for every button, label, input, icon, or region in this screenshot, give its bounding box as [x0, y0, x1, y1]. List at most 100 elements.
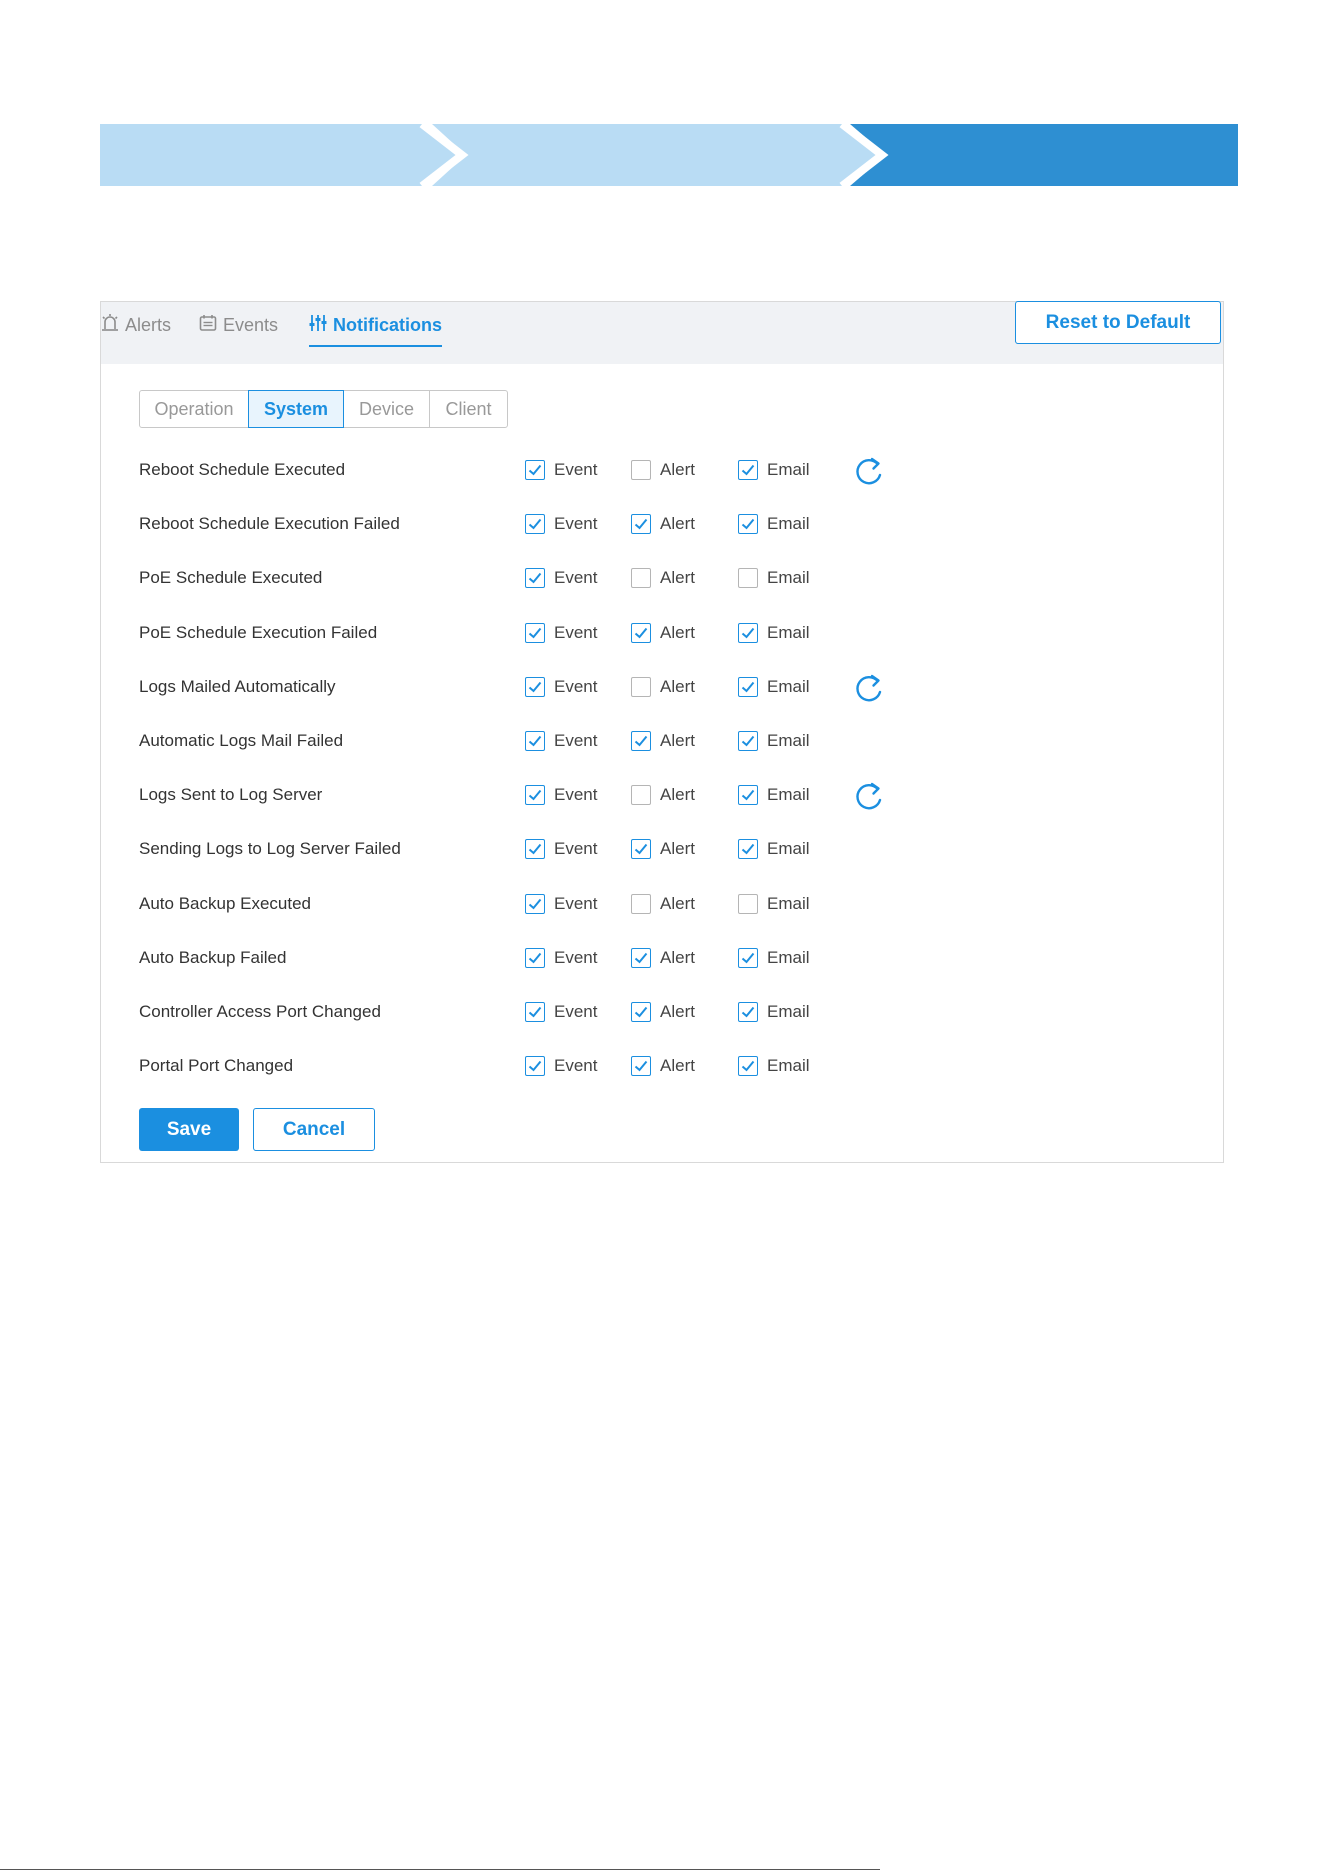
email-option[interactable]: Email — [738, 622, 810, 643]
alert-option[interactable]: Alert — [631, 731, 695, 751]
event-option[interactable]: Event — [525, 568, 597, 589]
notification-row: Auto Backup Failed Event Alert Email — [101, 940, 1223, 980]
alarm-icon — [101, 313, 119, 338]
event-checkbox[interactable] — [525, 947, 545, 968]
alert-checkbox[interactable] — [631, 1002, 651, 1022]
event-checkbox[interactable] — [525, 460, 545, 480]
email-label: Email — [767, 460, 810, 479]
event-option[interactable]: Event — [525, 839, 597, 860]
event-checkbox[interactable] — [525, 514, 545, 535]
alert-option[interactable]: Alert — [631, 676, 695, 697]
email-checkbox[interactable] — [738, 947, 758, 968]
refresh-icon[interactable] — [853, 672, 885, 704]
email-checkbox[interactable] — [738, 514, 758, 535]
email-option[interactable]: Email — [738, 893, 810, 914]
email-checkbox[interactable] — [738, 1056, 758, 1077]
email-option[interactable]: Email — [738, 785, 810, 806]
tab-alerts[interactable]: Alerts — [101, 310, 171, 340]
alert-option[interactable]: Alert — [631, 514, 695, 535]
email-option[interactable]: Email — [738, 568, 810, 589]
event-option[interactable]: Event — [525, 785, 597, 806]
event-option[interactable]: Event — [525, 622, 597, 643]
event-checkbox[interactable] — [525, 1056, 545, 1077]
event-option[interactable]: Event — [525, 514, 597, 535]
email-checkbox[interactable] — [738, 785, 758, 806]
email-option[interactable]: Email — [738, 947, 810, 968]
event-option[interactable]: Event — [525, 1002, 597, 1022]
email-checkbox[interactable] — [738, 676, 758, 697]
event-checkbox[interactable] — [525, 568, 545, 589]
tab-system[interactable]: System — [248, 390, 344, 428]
event-checkbox[interactable] — [525, 731, 545, 751]
email-option[interactable]: Email — [738, 460, 810, 480]
tab-operation[interactable]: Operation — [139, 390, 249, 428]
alert-checkbox[interactable] — [631, 460, 651, 480]
email-checkbox[interactable] — [738, 731, 758, 751]
notification-row-label: Logs Sent to Log Server — [139, 785, 323, 805]
email-label: Email — [767, 893, 810, 913]
email-option[interactable]: Email — [738, 1056, 810, 1077]
alert-checkbox[interactable] — [631, 514, 651, 535]
tab-events[interactable]: Events — [199, 310, 278, 340]
event-checkbox[interactable] — [525, 785, 545, 806]
tab-notifications[interactable]: Notifications — [309, 310, 443, 347]
event-label: Event — [554, 947, 598, 967]
alert-option[interactable]: Alert — [631, 1002, 695, 1022]
event-label: Event — [554, 1002, 598, 1021]
event-checkbox[interactable] — [525, 1002, 545, 1022]
alert-option[interactable]: Alert — [631, 1056, 695, 1077]
email-option[interactable]: Email — [738, 839, 810, 860]
alert-checkbox[interactable] — [631, 676, 651, 697]
alert-checkbox[interactable] — [631, 1056, 651, 1077]
alert-checkbox[interactable] — [631, 947, 651, 968]
event-option[interactable]: Event — [525, 947, 598, 968]
notification-row: PoE Schedule Executed Event Alert Email — [101, 560, 1223, 600]
checkmark-icon — [528, 790, 542, 801]
checkmark-icon — [741, 790, 755, 801]
tab-device[interactable]: Device — [343, 390, 430, 428]
event-option[interactable]: Event — [525, 460, 597, 480]
alert-option[interactable]: Alert — [631, 839, 695, 860]
notification-row: Reboot Schedule Execution Failed Event Ale… — [101, 506, 1223, 546]
alert-checkbox[interactable] — [631, 893, 651, 914]
event-option[interactable]: Event — [525, 676, 597, 697]
alert-option[interactable]: Alert — [631, 785, 695, 806]
tab-client[interactable]: Client — [429, 390, 508, 428]
alert-checkbox[interactable] — [631, 731, 651, 751]
email-option[interactable]: Email — [738, 731, 810, 751]
event-option[interactable]: Event — [525, 731, 597, 751]
alert-option[interactable]: Alert — [631, 947, 695, 968]
event-checkbox[interactable] — [525, 622, 545, 643]
cancel-button[interactable]: Cancel — [253, 1108, 375, 1151]
notification-row: PoE Schedule Execution Failed Event Alert E… — [101, 615, 1223, 655]
email-option[interactable]: Email — [738, 514, 810, 535]
email-checkbox[interactable] — [738, 568, 758, 589]
alert-checkbox[interactable] — [631, 839, 651, 860]
alert-checkbox[interactable] — [631, 622, 651, 643]
save-button[interactable]: Save — [139, 1108, 239, 1151]
reset-to-default-button[interactable]: Reset to Default — [1015, 301, 1221, 344]
checkmark-icon — [528, 627, 542, 639]
refresh-icon[interactable] — [853, 780, 885, 812]
alert-option[interactable]: Alert — [631, 568, 695, 589]
alert-option[interactable]: Alert — [631, 893, 695, 914]
email-checkbox[interactable] — [738, 1002, 758, 1022]
refresh-icon[interactable] — [853, 455, 885, 487]
event-checkbox[interactable] — [525, 676, 545, 697]
event-option[interactable]: Event — [525, 1056, 597, 1077]
event-option[interactable]: Event — [525, 893, 597, 914]
email-checkbox[interactable] — [738, 622, 758, 643]
event-checkbox[interactable] — [525, 839, 545, 860]
progress-step-3 — [850, 124, 1238, 186]
alert-option[interactable]: Alert — [631, 460, 695, 480]
email-checkbox[interactable] — [738, 893, 758, 914]
email-option[interactable]: Email — [738, 1002, 810, 1022]
email-checkbox[interactable] — [738, 839, 758, 860]
email-checkbox[interactable] — [738, 460, 758, 480]
alert-checkbox[interactable] — [631, 568, 651, 589]
tab-events-label: Events — [223, 314, 279, 335]
alert-option[interactable]: Alert — [631, 622, 695, 643]
email-option[interactable]: Email — [738, 676, 810, 697]
event-checkbox[interactable] — [525, 893, 545, 914]
alert-checkbox[interactable] — [631, 785, 651, 806]
